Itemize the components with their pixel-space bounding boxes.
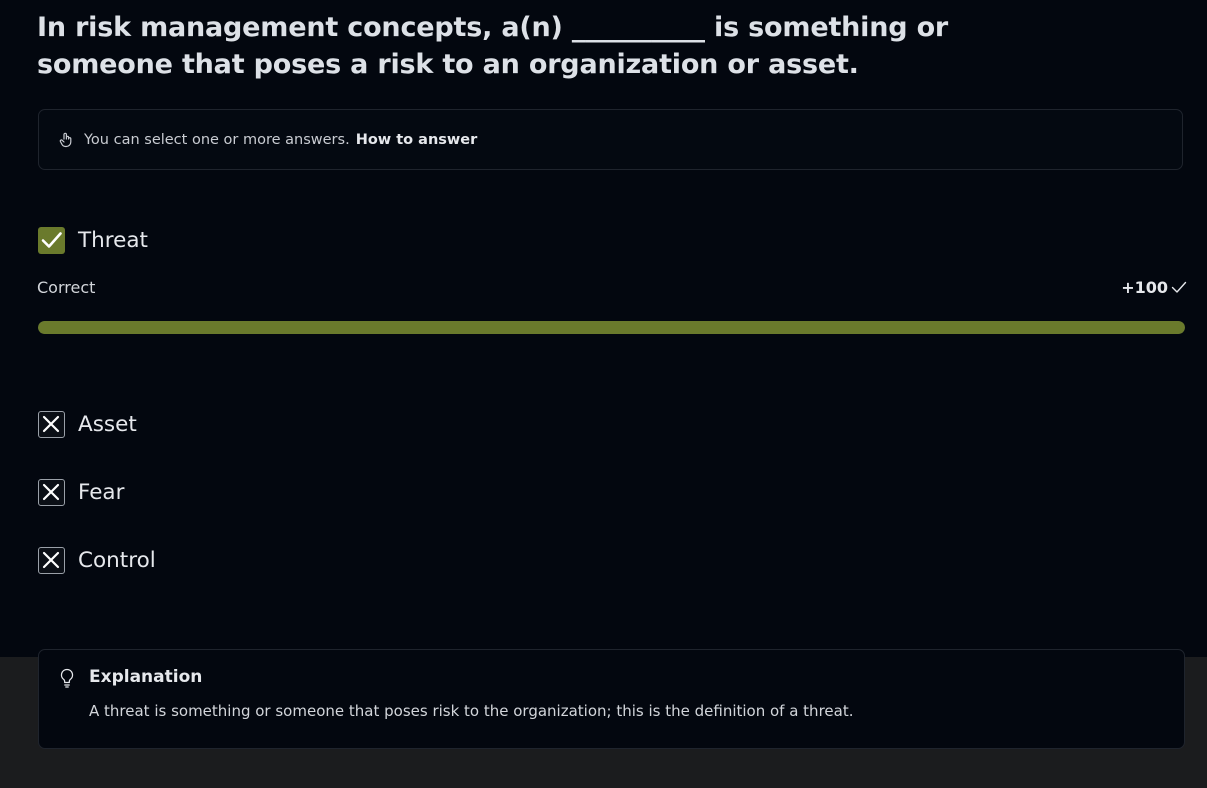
hint-text: You can select one or more answers.	[84, 132, 350, 148]
x-icon	[42, 415, 60, 433]
result-progress-fill	[38, 321, 1185, 334]
answer-checkbox-fear[interactable]	[38, 479, 65, 506]
question-text: In risk management concepts, a(n) ______…	[37, 12, 949, 80]
hand-pointer-icon	[59, 132, 72, 148]
answer-label: Asset	[78, 412, 137, 437]
explanation-body: A threat is something or someone that po…	[89, 702, 854, 720]
explanation-panel: Explanation A threat is something or som…	[38, 649, 1185, 749]
lightbulb-icon	[60, 668, 74, 688]
check-icon	[1171, 281, 1187, 293]
answer-checkbox-threat[interactable]	[38, 227, 65, 254]
explanation-title: Explanation	[89, 667, 203, 687]
quiz-panel: In risk management concepts, a(n) ______…	[0, 0, 1207, 657]
result-progress-bar	[38, 321, 1185, 334]
answer-checkbox-asset[interactable]	[38, 411, 65, 438]
points-badge: +100	[1121, 278, 1187, 297]
how-to-answer-link[interactable]: How to answer	[356, 132, 478, 148]
hint-box: You can select one or more answers. How t…	[38, 109, 1183, 170]
points-value: +100	[1121, 278, 1168, 297]
x-icon	[42, 483, 60, 501]
x-icon	[42, 551, 60, 569]
answer-checkbox-control[interactable]	[38, 547, 65, 574]
answer-label: Threat	[78, 228, 148, 253]
result-label: Correct	[37, 278, 96, 297]
answer-label: Fear	[78, 480, 125, 505]
answer-label: Control	[78, 548, 156, 573]
check-icon	[41, 232, 62, 248]
